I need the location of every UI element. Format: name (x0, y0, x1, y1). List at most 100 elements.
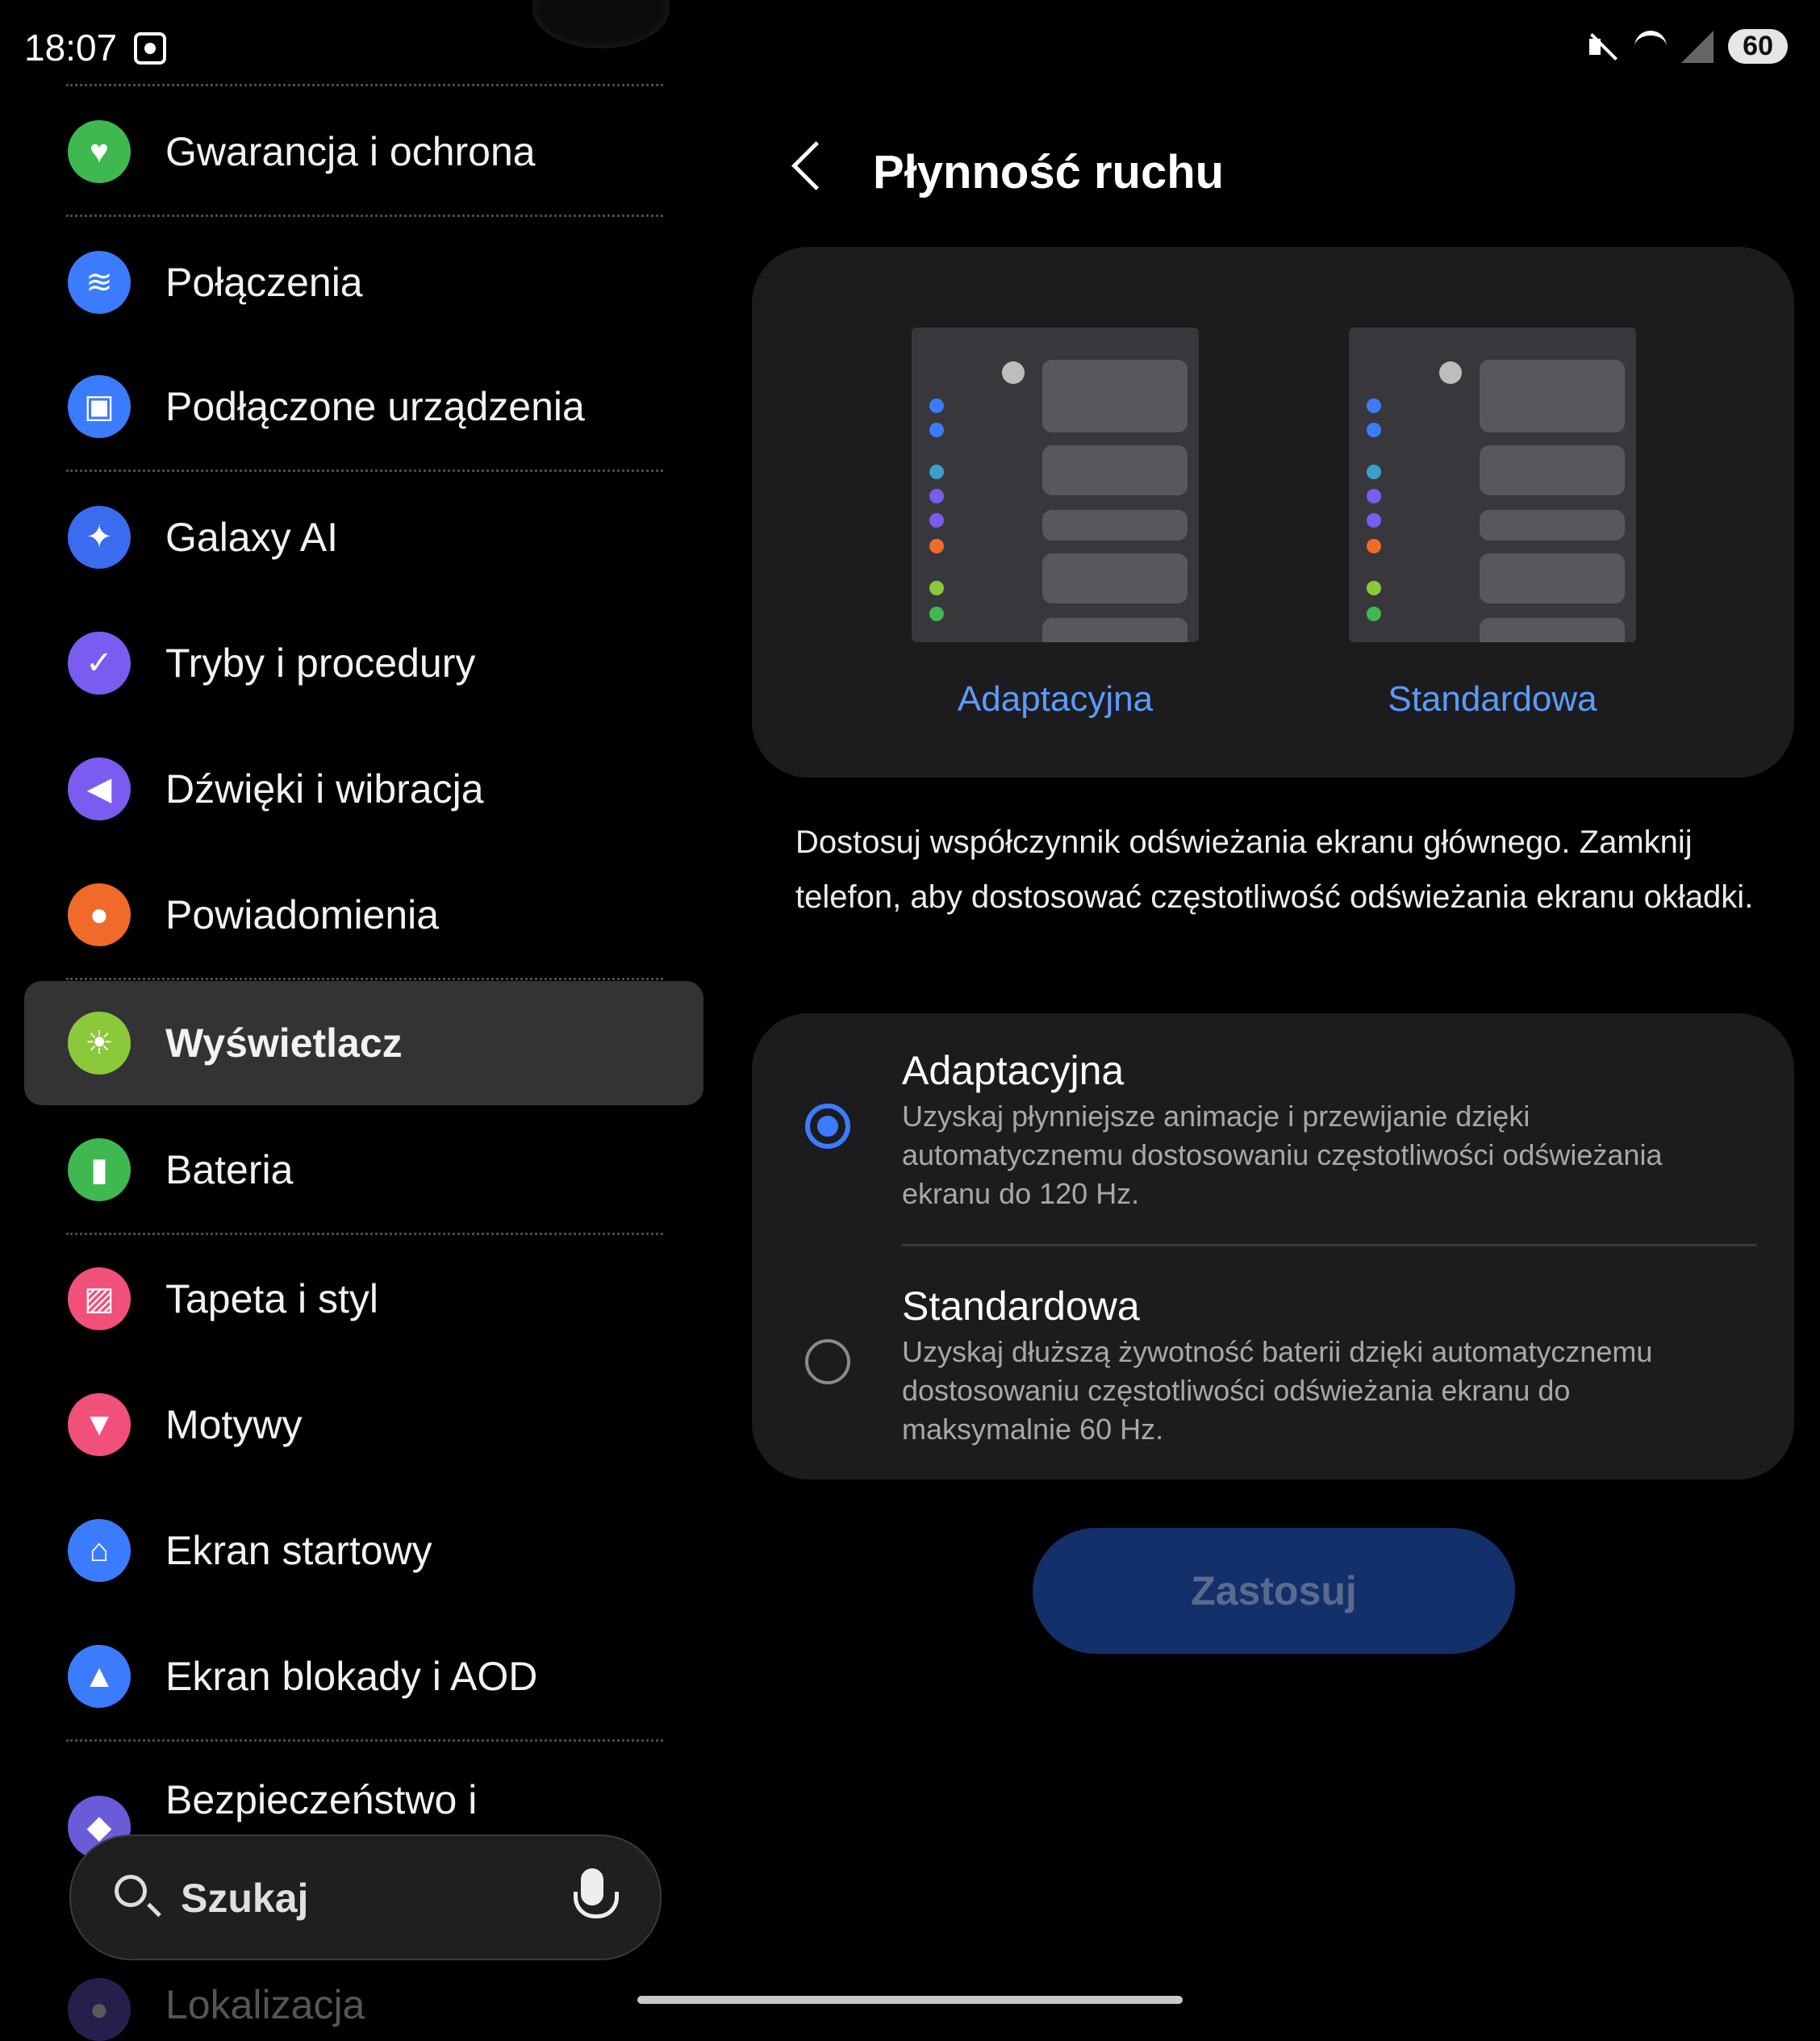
dot (929, 465, 944, 479)
bar (1480, 445, 1625, 495)
dot (929, 513, 944, 528)
location-icon: ● (68, 1978, 131, 2041)
check-circle-icon: ✓ (68, 632, 131, 695)
sidebar-item-home-screen[interactable]: ⌂ Ekran startowy (24, 1494, 702, 1607)
radio-standard[interactable] (805, 1339, 850, 1384)
sidebar-item-label: Ekran startowy (165, 1528, 432, 1573)
image-icon: ▨ (68, 1267, 131, 1330)
sidebar-item-label: Dźwięki i wibracja (165, 766, 484, 812)
divider (66, 215, 663, 217)
bar (1480, 618, 1625, 642)
sidebar-item-label: Galaxy AI (165, 515, 338, 560)
sidebar-item-label: Powiadomienia (165, 892, 440, 937)
search-bar[interactable]: Szukaj (69, 1834, 662, 1960)
dot (929, 423, 944, 437)
preview-label-adaptive[interactable]: Adaptacyjna (912, 679, 1199, 720)
sidebar-item-wallpaper[interactable]: ▨ Tapeta i styl (24, 1242, 702, 1355)
bar (1042, 445, 1188, 495)
sidebar-item-label: Motywy (165, 1402, 303, 1447)
back-icon[interactable] (791, 141, 841, 190)
options-card: Adaptacyjna Uzyskaj płynniejsze animacje… (752, 1013, 1794, 1480)
sidebar-item-connected-devices[interactable]: ▣ Podłączone urządzenia (24, 350, 702, 463)
divider (902, 1244, 1757, 1246)
search-icon (115, 1875, 147, 1907)
mic-icon[interactable] (574, 1868, 619, 1918)
brush-icon: ▼ (68, 1393, 131, 1456)
avatar-icon (1002, 361, 1025, 384)
sidebar-item-label: Podłączone urządzenia (165, 384, 585, 429)
battery-icon: ▮ (68, 1138, 131, 1201)
wifi-icon (1634, 30, 1668, 63)
dot (1367, 399, 1381, 413)
dot (1367, 513, 1381, 528)
sidebar-item-battery[interactable]: ▮ Bateria (24, 1113, 702, 1226)
bar (1042, 360, 1188, 432)
screenshot-icon (134, 32, 166, 65)
sun-icon: ☀ (68, 1012, 131, 1075)
dot (1367, 539, 1381, 553)
radio-adaptive[interactable] (805, 1104, 850, 1149)
sidebar-item-display[interactable]: ☀ Wyświetlacz (24, 981, 703, 1105)
divider (66, 1233, 663, 1235)
bar (1480, 360, 1625, 432)
sidebar-item-label: Wyświetlacz (165, 1020, 403, 1066)
camera-cutout (532, 0, 670, 48)
preview-label-standard[interactable]: Standardowa (1349, 679, 1636, 720)
option-title: Standardowa (902, 1283, 1140, 1329)
wifi-icon: ≋ (68, 251, 131, 314)
heart-shield-icon: ♥ (68, 120, 131, 183)
dot (1367, 465, 1381, 479)
settings-list[interactable]: ♥ Gwarancja i ochrona ≋ Połączenia ▣ Pod… (0, 81, 703, 2041)
sidebar-item-warranty[interactable]: ♥ Gwarancja i ochrona (24, 95, 702, 208)
sparkle-icon: ✦ (68, 506, 131, 569)
dot (1367, 607, 1381, 621)
apply-button[interactable]: Zastosuj (1033, 1528, 1515, 1654)
bar (1042, 618, 1188, 642)
dot (929, 399, 944, 413)
option-desc: Uzyskaj płynniejsze animacje i przewijan… (902, 1100, 1663, 1210)
sidebar-item-notifications[interactable]: ● Powiadomienia (24, 858, 702, 971)
divider (66, 978, 663, 980)
sidebar-item-label: Gwarancja i ochrona (165, 129, 536, 174)
dot (929, 489, 944, 503)
devices-icon: ▣ (68, 375, 131, 438)
battery-badge: 60 (1728, 29, 1788, 64)
sidebar-item-connections[interactable]: ≋ Połączenia (24, 226, 702, 339)
dot (1367, 489, 1381, 503)
status-icons: 60 (1588, 29, 1788, 64)
sidebar-item-label: Bateria (165, 1147, 294, 1192)
status-bar: 18:07 60 (0, 0, 1820, 89)
sidebar-item-themes[interactable]: ▼ Motywy (24, 1368, 702, 1481)
preview-card: Adaptacyjna Standardowa (752, 247, 1794, 778)
sidebar-item-label: Bezpieczeństwo i (165, 1777, 478, 1822)
speaker-icon: ◀ (68, 758, 131, 820)
dot (1367, 423, 1381, 437)
sidebar-item-label: Lokalizacja (165, 1982, 365, 2027)
dot (929, 539, 944, 553)
sidebar-item-sounds[interactable]: ◀ Dźwięki i wibracja (24, 733, 702, 845)
mute-icon (1588, 31, 1620, 63)
divider (66, 470, 663, 472)
sidebar-item-label: Tryby i procedury (165, 641, 476, 686)
home-indicator[interactable] (637, 1996, 1183, 2004)
option-title: Adaptacyjna (902, 1048, 1125, 1093)
bar (1042, 553, 1188, 603)
dot (1367, 581, 1381, 595)
page-title: Płynność ruchu (873, 146, 1225, 198)
preview-standard[interactable] (1349, 328, 1636, 642)
sidebar-item-galaxy-ai[interactable]: ✦ Galaxy AI (24, 481, 702, 594)
bar (1480, 510, 1625, 541)
dot (929, 581, 944, 595)
dot (929, 607, 944, 621)
sidebar-item-modes-routines[interactable]: ✓ Tryby i procedury (24, 607, 702, 720)
bell-icon: ● (68, 883, 131, 946)
sidebar-item-label: Ekran blokady i AOD (165, 1654, 538, 1699)
option-desc: Uzyskaj dłuższą żywotność baterii dzięki… (902, 1335, 1653, 1446)
preview-adaptive[interactable] (912, 328, 1199, 642)
sidebar-item-lock-screen[interactable]: ▲ Ekran blokady i AOD (24, 1620, 702, 1733)
divider (66, 1739, 663, 1742)
search-placeholder: Szukaj (181, 1876, 309, 1921)
home-icon: ⌂ (68, 1519, 131, 1582)
description: Dostosuj współczynnik odświeżania ekranu… (795, 824, 1754, 915)
divider (66, 84, 663, 86)
